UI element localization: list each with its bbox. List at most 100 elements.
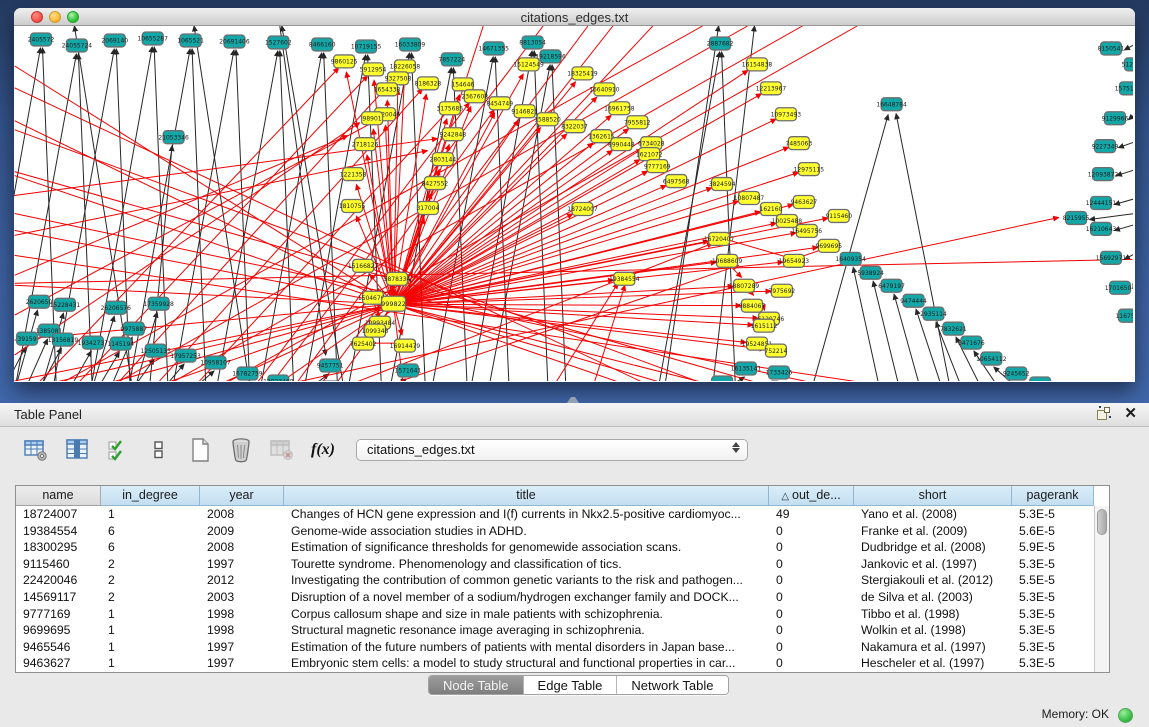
memory-status-indicator bbox=[1118, 708, 1133, 723]
graph-node-label: 8186328 bbox=[415, 81, 442, 88]
graph-node-label: 39159 bbox=[18, 336, 37, 343]
graph-node-label: 9227349 bbox=[1092, 143, 1119, 150]
graph-node[interactable] bbox=[712, 376, 733, 381]
table-selector[interactable]: citations_edges.txt bbox=[356, 439, 748, 461]
table-cell: 0 bbox=[769, 655, 854, 672]
column-header-pagerank[interactable]: pagerank bbox=[1012, 486, 1094, 506]
table-cell: 2 bbox=[101, 572, 200, 589]
network-canvas[interactable]: 2405572240557242069140106552871065521206… bbox=[14, 26, 1133, 381]
table-cell: Tourette syndrome. Phenomenology and cla… bbox=[284, 556, 769, 573]
column-header-in-degree[interactable]: in_degree bbox=[101, 486, 200, 506]
tab-node-table[interactable]: Node Table bbox=[429, 676, 524, 694]
graph-node-label: 15166827 bbox=[348, 263, 379, 270]
graph-node-label: 17957253 bbox=[170, 353, 201, 360]
column-header-year[interactable]: year bbox=[200, 486, 284, 506]
graph-node-label: 1527602 bbox=[265, 40, 292, 47]
table-cell: 1997 bbox=[200, 639, 284, 656]
network-graph[interactable]: 2405572240557242069140106552871065521206… bbox=[14, 26, 1133, 381]
select-all-icon[interactable] bbox=[104, 436, 132, 464]
status-bar: Memory: OK bbox=[0, 701, 1149, 727]
float-panel-icon[interactable] bbox=[1097, 407, 1110, 420]
table-cell: 0 bbox=[769, 539, 854, 556]
graph-node-label: 8813054 bbox=[519, 40, 546, 47]
graph-node-label: 8471676 bbox=[958, 340, 985, 347]
graph-node-label: 1654338 bbox=[374, 87, 401, 94]
table-cell: 1 bbox=[101, 622, 200, 639]
graph-edge bbox=[164, 26, 802, 381]
scrollbar-thumb[interactable] bbox=[1097, 509, 1107, 535]
graph-node-label: 2887682 bbox=[707, 41, 734, 48]
table-cell: 14569117 bbox=[16, 589, 101, 606]
table-row[interactable]: 946362711997Embryonic stem cells: a mode… bbox=[16, 655, 1094, 672]
window-titlebar[interactable]: citations_edges.txt bbox=[14, 8, 1135, 26]
graph-edge bbox=[394, 247, 818, 304]
table-row[interactable]: 1872400712008Changes of HCN gene express… bbox=[16, 506, 1094, 523]
panel-resize-grip[interactable] bbox=[567, 396, 579, 403]
table-panel-title: Table Panel bbox=[14, 407, 82, 422]
graph-node-label: 5912954 bbox=[360, 67, 387, 74]
table-row[interactable]: 1830029562008Estimation of significance … bbox=[16, 539, 1094, 556]
graph-node-label: 8427552 bbox=[422, 180, 449, 187]
table-settings-icon[interactable] bbox=[22, 436, 50, 464]
graph-edge bbox=[896, 114, 950, 381]
graph-node-label: 12444151 bbox=[1086, 200, 1117, 207]
table-row[interactable]: 969969511998Structural magnetic resonanc… bbox=[16, 622, 1094, 639]
table-cell: Changes of HCN gene expression and I(f) … bbox=[284, 506, 769, 523]
table-cell: Genome-wide association studies in ADHD. bbox=[284, 523, 769, 540]
table-row[interactable]: 1456911722003Disruption of a novel membe… bbox=[16, 589, 1094, 606]
combo-stepper-icon bbox=[731, 442, 741, 453]
table-scrollbar[interactable] bbox=[1094, 506, 1109, 672]
graph-edge bbox=[15, 151, 428, 236]
graph-node-label: 10688609 bbox=[712, 258, 743, 265]
graph-node-label: 98901 bbox=[363, 115, 382, 122]
graph-node-label: 12923468 bbox=[263, 379, 294, 381]
close-panel-icon[interactable]: ✕ bbox=[1124, 407, 1137, 420]
table-type-tabs: Node TableEdge TableNetwork Table bbox=[428, 675, 729, 695]
graph-node-label: 10807487 bbox=[734, 195, 765, 202]
graph-node-label: 16210643 bbox=[1086, 226, 1117, 233]
graph-edge bbox=[1124, 44, 1133, 50]
table-cell: 1 bbox=[101, 506, 200, 523]
table-cell: 5.3E-5 bbox=[1012, 622, 1094, 639]
graph-edge bbox=[394, 304, 747, 342]
table-cell: Dudbridge et al. (2008) bbox=[854, 539, 1012, 556]
graph-node-label: 12975115 bbox=[794, 166, 825, 173]
new-table-icon[interactable] bbox=[186, 436, 214, 464]
graph-node-label: 7832621 bbox=[940, 326, 967, 333]
table-body: 1872400712008Changes of HCN gene express… bbox=[16, 506, 1094, 672]
column-header-name[interactable]: name bbox=[16, 486, 101, 506]
column-header-title[interactable]: title bbox=[284, 486, 769, 506]
graph-edge bbox=[39, 348, 62, 381]
column-header-out-de-[interactable]: △out_de... bbox=[769, 486, 854, 506]
graph-node-label: 7955812 bbox=[624, 119, 651, 126]
function-builder-icon[interactable]: f(x) bbox=[311, 441, 335, 459]
column-header-short[interactable]: short bbox=[854, 486, 1012, 506]
table-row[interactable]: 2242004622012Investigating the contribut… bbox=[16, 572, 1094, 589]
table-cell: 6 bbox=[101, 523, 200, 540]
table-cell: 9777169 bbox=[16, 606, 101, 623]
tab-network-table[interactable]: Network Table bbox=[617, 676, 727, 694]
show-columns-icon[interactable] bbox=[63, 436, 91, 464]
table-row[interactable]: 946554611997Estimation of the future num… bbox=[16, 639, 1094, 656]
delete-table-icon[interactable] bbox=[227, 436, 255, 464]
graph-node-label: 26206576 bbox=[101, 305, 132, 312]
graph-node-label: 19218596 bbox=[535, 54, 566, 61]
table-cell: 22420046 bbox=[16, 572, 101, 589]
graph-node-label: 16914479 bbox=[390, 343, 421, 350]
table-cell: 0 bbox=[769, 572, 854, 589]
rows-icon[interactable] bbox=[145, 436, 173, 464]
table-cell: Estimation of significance thresholds fo… bbox=[284, 539, 769, 556]
graph-node-label: 16720407 bbox=[704, 236, 735, 243]
table-row[interactable]: 911546021997Tourette syndrome. Phenomeno… bbox=[16, 556, 1094, 573]
graph-node-label: 10973493 bbox=[771, 111, 802, 118]
graph-node-label: 20691406 bbox=[219, 39, 250, 46]
graph-node-label: 8466160 bbox=[309, 42, 336, 49]
graph-node-label: 19384554 bbox=[609, 276, 640, 283]
table-cell: Nakamura et al. (1997) bbox=[854, 639, 1012, 656]
graph-node-label: 12093872 bbox=[1088, 171, 1119, 178]
graph-edge bbox=[1114, 224, 1133, 230]
table-row[interactable]: 1938455462009Genome-wide association stu… bbox=[16, 523, 1094, 540]
table-row[interactable]: 977716911998Corpus callosum shape and si… bbox=[16, 606, 1094, 623]
table-cell: 0 bbox=[769, 589, 854, 606]
tab-edge-table[interactable]: Edge Table bbox=[524, 676, 618, 694]
